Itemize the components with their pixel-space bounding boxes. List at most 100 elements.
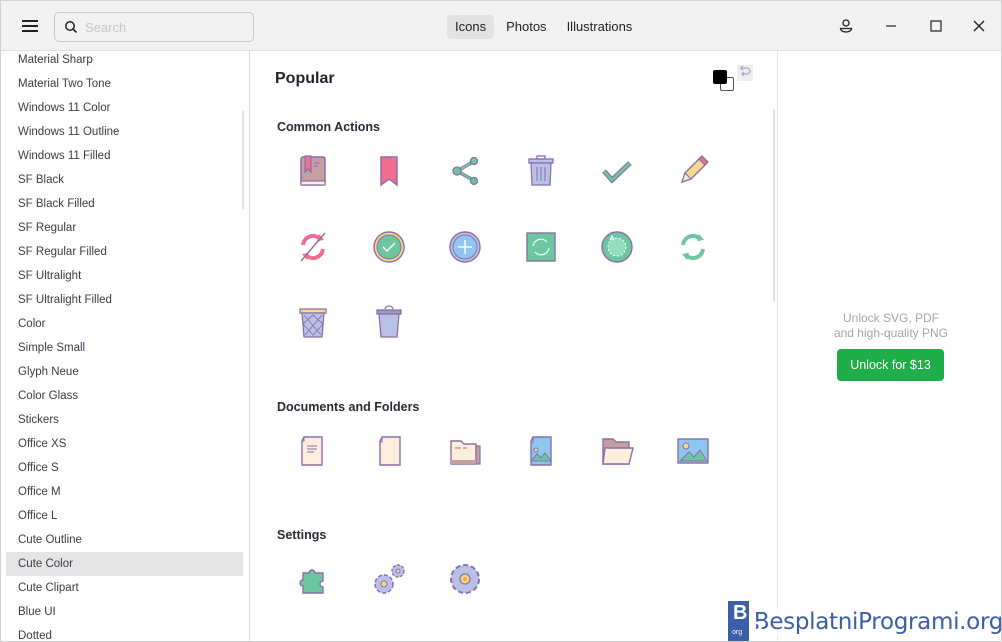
sidebar-item-material-sharp[interactable]: Material Sharp (6, 51, 243, 72)
sidebar-item-glyph-neue[interactable]: Glyph Neue (6, 360, 243, 384)
tab-photos[interactable]: Photos (498, 15, 554, 39)
trash-bin-icon (371, 304, 407, 346)
sidebar-item-stickers[interactable]: Stickers (6, 408, 243, 432)
swap-colors-icon[interactable] (737, 65, 753, 81)
close-button[interactable] (966, 13, 992, 39)
icon-tile[interactable] (505, 231, 581, 267)
add-circle-icon (447, 229, 483, 270)
section-title-common-actions: Common Actions (277, 120, 381, 134)
sidebar-item-cute-outline[interactable]: Cute Outline (6, 528, 243, 552)
sidebar-item-sf-regular[interactable]: SF Regular (6, 216, 243, 240)
logo-org: org (732, 629, 743, 636)
book-icon (295, 153, 331, 194)
icon-tile[interactable] (353, 563, 429, 599)
icon-tile[interactable] (353, 230, 429, 267)
bookmark-icon (371, 153, 407, 194)
watermark-logo: B P org (728, 601, 763, 641)
sidebar-item-blue-ui[interactable]: Blue UI (6, 600, 243, 624)
icon-tile[interactable] (581, 229, 657, 270)
sidebar-item-material-two-tone[interactable]: Material Two Tone (6, 72, 243, 96)
icon-tile[interactable] (505, 154, 581, 191)
icon-tile[interactable] (429, 229, 505, 270)
app-window: Icons Photos Illustrations Material Shar… (0, 0, 1002, 642)
refresh-square-icon (523, 229, 559, 270)
hamburger-icon[interactable] (15, 15, 45, 37)
share-icon (447, 153, 483, 194)
pencil-icon (675, 153, 711, 194)
tab-illustrations[interactable]: Illustrations (559, 15, 641, 39)
icon-tile[interactable] (353, 304, 429, 346)
picture-icon (675, 433, 711, 474)
main-content: Popular Common Actions Documents and Fol… (251, 51, 777, 641)
sidebar-item-office-l[interactable]: Office L (6, 504, 243, 528)
media-type-tabs: Icons Photos Illustrations (447, 15, 640, 39)
sidebar-item-sf-black[interactable]: SF Black (6, 168, 243, 192)
icon-tile[interactable] (277, 307, 353, 343)
top-bar: Icons Photos Illustrations (1, 1, 1001, 51)
section-title-settings: Settings (277, 528, 327, 542)
icon-tile[interactable] (581, 155, 657, 191)
sidebar-item-sf-regular-filled[interactable]: SF Regular Filled (6, 240, 243, 264)
document-icon (295, 433, 331, 474)
main-scrollbar[interactable] (773, 109, 775, 301)
right-panel: Unlock SVG, PDF and high-quality PNG Unl… (777, 51, 1001, 641)
icon-tile[interactable] (277, 563, 353, 599)
sync-off-icon (295, 229, 331, 270)
sidebar-item-office-xs[interactable]: Office XS (6, 432, 243, 456)
icon-tile[interactable] (657, 231, 733, 267)
icon-tile[interactable] (429, 435, 505, 471)
sidebar-item-simple-small[interactable]: Simple Small (6, 336, 243, 360)
tab-icons[interactable]: Icons (447, 15, 495, 39)
sidebar-item-sf-ultralight-filled[interactable]: SF Ultralight Filled (6, 288, 243, 312)
icon-tile[interactable] (353, 155, 429, 191)
icon-tile[interactable] (657, 153, 733, 194)
sidebar-item-windows-11-filled[interactable]: Windows 11 Filled (6, 144, 243, 168)
unlock-button[interactable]: Unlock for $13 (837, 349, 944, 381)
logo-letter-p: P (748, 617, 763, 642)
icon-tile[interactable] (505, 435, 581, 471)
common-actions-grid (277, 153, 733, 346)
icon-tile[interactable] (277, 231, 353, 267)
maximize-icon (930, 20, 942, 32)
sidebar-scrollbar[interactable] (242, 111, 244, 209)
sidebar-item-cute-color[interactable]: Cute Color (6, 552, 243, 576)
restart-circle-icon (599, 229, 635, 270)
icon-tile[interactable] (277, 435, 353, 471)
icon-tile[interactable] (429, 563, 505, 599)
minimize-icon (886, 25, 896, 27)
minimize-button[interactable] (878, 13, 904, 39)
page-title: Popular (275, 70, 335, 87)
watermark: B P org BesplatniProgrami.org (728, 601, 1002, 641)
sidebar-item-office-m[interactable]: Office M (6, 480, 243, 504)
maximize-button[interactable] (923, 13, 949, 39)
search-box[interactable] (54, 12, 254, 42)
sidebar-item-color-glass[interactable]: Color Glass (6, 384, 243, 408)
sync-icon (675, 229, 711, 270)
puzzle-icon (295, 561, 331, 602)
icon-tile[interactable] (353, 435, 429, 471)
color-picker[interactable] (713, 68, 739, 94)
sidebar-item-windows-11-color[interactable]: Windows 11 Color (6, 96, 243, 120)
watermark-text: BesplatniProgrami.org (753, 609, 1002, 635)
sidebar-item-cute-clipart[interactable]: Cute Clipart (6, 576, 243, 600)
foreground-color-swatch[interactable] (713, 70, 727, 84)
sidebar-item-sf-black-filled[interactable]: SF Black Filled (6, 192, 243, 216)
image-file-icon (523, 433, 559, 474)
settings-grid (277, 563, 733, 599)
section-title-documents: Documents and Folders (277, 400, 420, 414)
icon-tile[interactable] (581, 435, 657, 471)
sidebar-item-office-s[interactable]: Office S (6, 456, 243, 480)
sidebar-item-color[interactable]: Color (6, 312, 243, 336)
account-button[interactable] (833, 13, 859, 39)
sidebar-item-windows-11-outline[interactable]: Windows 11 Outline (6, 120, 243, 144)
folder-icon (447, 433, 483, 474)
search-input[interactable] (85, 17, 245, 37)
icon-tile[interactable] (277, 153, 353, 194)
style-sidebar: Material Sharp Material Two Tone Windows 1… (1, 51, 250, 641)
documents-grid (277, 435, 733, 471)
sidebar-item-sf-ultralight[interactable]: SF Ultralight (6, 264, 243, 288)
icon-tile[interactable] (657, 435, 733, 471)
style-list: Material Sharp Material Two Tone Windows 1… (6, 51, 243, 641)
sidebar-item-dotted[interactable]: Dotted (6, 624, 243, 641)
icon-tile[interactable] (429, 155, 505, 191)
